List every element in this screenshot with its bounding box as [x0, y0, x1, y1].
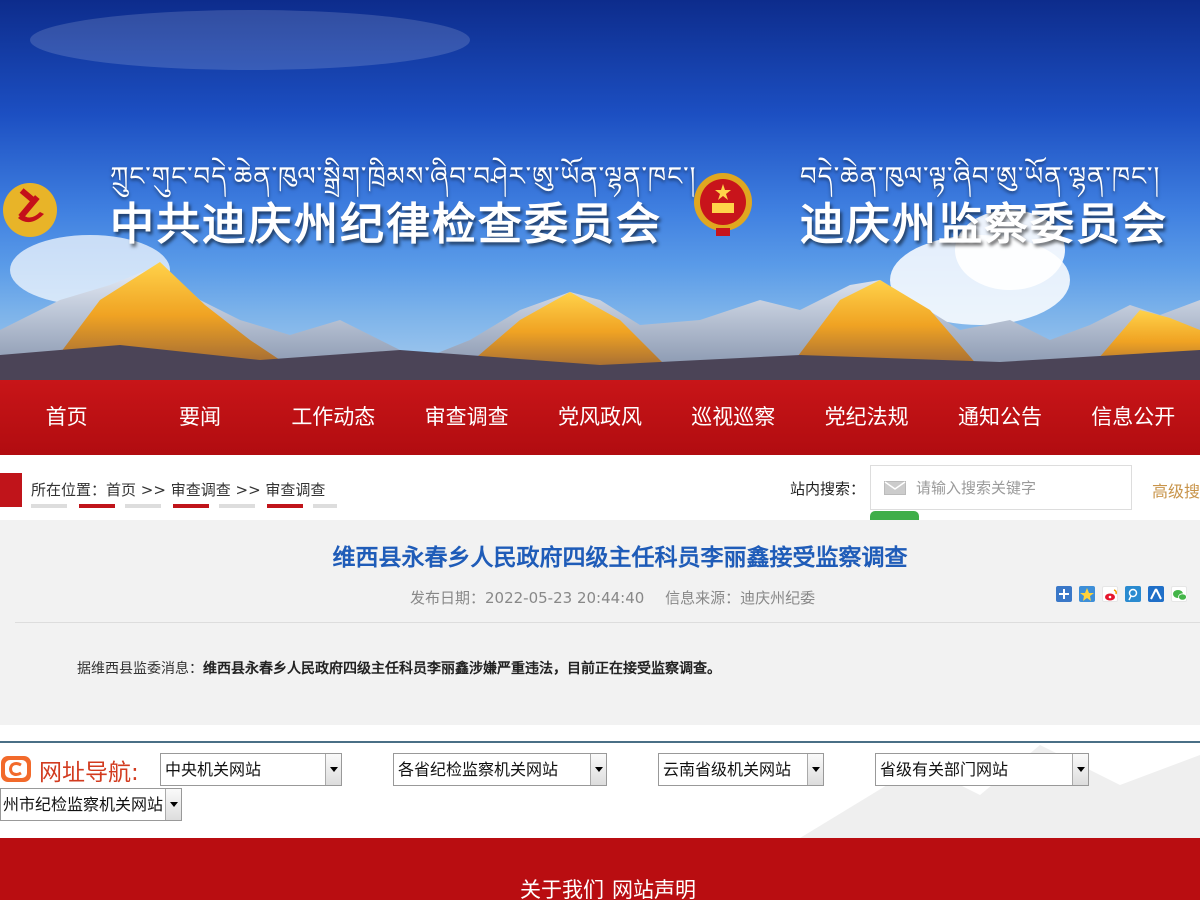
share-bar	[1056, 586, 1187, 602]
search-input[interactable]	[916, 466, 1126, 509]
breadcrumb: 所在位置：首页 >> 审查调查 >> 审查调查	[31, 479, 325, 500]
breadcrumb-underline	[125, 504, 161, 508]
renren-icon[interactable]	[1148, 586, 1164, 602]
link-nav-label: 网址导航:	[39, 760, 139, 786]
envelope-icon	[884, 481, 906, 495]
publish-date: 发布日期：2022-05-23 20:44:40	[410, 589, 645, 607]
breadcrumb-underline	[173, 504, 209, 508]
breadcrumb-underline	[79, 504, 115, 508]
search-box	[870, 465, 1132, 510]
advanced-search-link[interactable]: 高级搜	[1152, 478, 1200, 502]
breadcrumb-underline	[219, 504, 255, 508]
link-nav-top-border	[0, 741, 1200, 743]
nav-item-party-conduct[interactable]: 党风政风	[533, 380, 666, 455]
wechat-icon[interactable]	[1171, 586, 1187, 602]
nav-item-news[interactable]: 要闻	[133, 380, 266, 455]
article-body: 据维西县监委消息：维西县永春乡人民政府四级主任科员李丽鑫涉嫌严重违法，目前正在接…	[77, 658, 721, 678]
select-prefecture-discipline[interactable]: 州市纪检监察机关网站	[0, 788, 182, 821]
chevron-down-icon	[807, 754, 823, 785]
breadcrumb-underline	[313, 504, 337, 508]
breadcrumb-separator: >>	[230, 481, 266, 499]
footer-links: 关于我们 网站声明	[520, 874, 704, 900]
breadcrumb-prefix: 所在位置：	[31, 481, 107, 499]
national-emblem-icon	[694, 173, 752, 236]
breadcrumb-home-link[interactable]: 首页	[106, 481, 136, 499]
nav-item-investigation[interactable]: 审查调查	[400, 380, 533, 455]
article-meta: 发布日期：2022-05-23 20:44:40 信息来源：迪庆州纪委	[410, 587, 831, 608]
article-lead: 据维西县监委消息：	[77, 661, 203, 677]
site-statement-link[interactable]: 网站声明	[612, 878, 696, 900]
header-banner: ཀྲུང་གུང་བདེ་ཆེན་ཁུལ་སྒྲིག་ཁྲིམས་ཞིབ་བཤེ…	[0, 0, 1200, 380]
select-yunnan-agencies[interactable]: 云南省级机关网站	[658, 753, 824, 786]
select-provincial-discipline[interactable]: 各省纪检监察机关网站	[393, 753, 607, 786]
select-value: 州市纪检监察机关网站	[3, 795, 164, 814]
info-source: 信息来源：迪庆州纪委	[665, 589, 816, 607]
nav-item-home[interactable]: 首页	[0, 380, 133, 455]
chevron-down-icon	[165, 789, 181, 820]
title-discipline-commission: 中共迪庆州纪律检查委员会	[110, 199, 662, 250]
select-value: 省级有关部门网站	[880, 760, 1009, 779]
nav-item-work-updates[interactable]: 工作动态	[267, 380, 400, 455]
nav-item-inspection[interactable]: 巡视巡察	[667, 380, 800, 455]
select-value: 中央机关网站	[165, 760, 262, 779]
chevron-down-icon	[590, 754, 606, 785]
plus-icon[interactable]	[1056, 586, 1072, 602]
select-provincial-departments[interactable]: 省级有关部门网站	[875, 753, 1089, 786]
breadcrumb-underline	[31, 504, 67, 508]
article-body-text: 维西县永春乡人民政府四级主任科员李丽鑫涉嫌严重违法，目前正在接受监察调查。	[203, 661, 721, 677]
breadcrumb-separator: >>	[136, 481, 171, 499]
select-central-agencies[interactable]: 中央机关网站	[160, 753, 342, 786]
title-supervisory-commission: 迪庆州监察委员会	[800, 199, 1168, 250]
nav-item-info-disclosure[interactable]: 信息公开	[1067, 380, 1200, 455]
tencent-weibo-icon[interactable]	[1125, 586, 1141, 602]
about-us-link[interactable]: 关于我们	[520, 878, 604, 900]
breadcrumb-marker	[0, 473, 22, 507]
search-label: 站内搜索：	[790, 480, 866, 498]
chevron-down-icon	[1072, 754, 1088, 785]
article-divider	[15, 622, 1200, 623]
link-nav-logo-icon	[1, 756, 31, 782]
article-title: 维西县永春乡人民政府四级主任科员李丽鑫接受监察调查	[332, 545, 908, 571]
breadcrumb-level1-link[interactable]: 审查调查	[171, 481, 231, 499]
main-nav: 首页 要闻 工作动态 审查调查 党风政风 巡视巡察 党纪法规 通知公告 信息公开	[0, 380, 1200, 455]
qzone-icon[interactable]	[1079, 586, 1095, 602]
nav-item-regulations[interactable]: 党纪法规	[800, 380, 933, 455]
search-submit-button[interactable]	[870, 511, 919, 520]
select-value: 各省纪检监察机关网站	[398, 760, 559, 779]
breadcrumb-level2-link[interactable]: 审查调查	[265, 481, 325, 499]
chevron-down-icon	[325, 754, 341, 785]
party-emblem-icon	[3, 183, 57, 237]
select-value: 云南省级机关网站	[663, 760, 792, 779]
weibo-icon[interactable]	[1102, 586, 1118, 602]
breadcrumb-underline	[267, 504, 303, 508]
nav-item-notices[interactable]: 通知公告	[933, 380, 1066, 455]
